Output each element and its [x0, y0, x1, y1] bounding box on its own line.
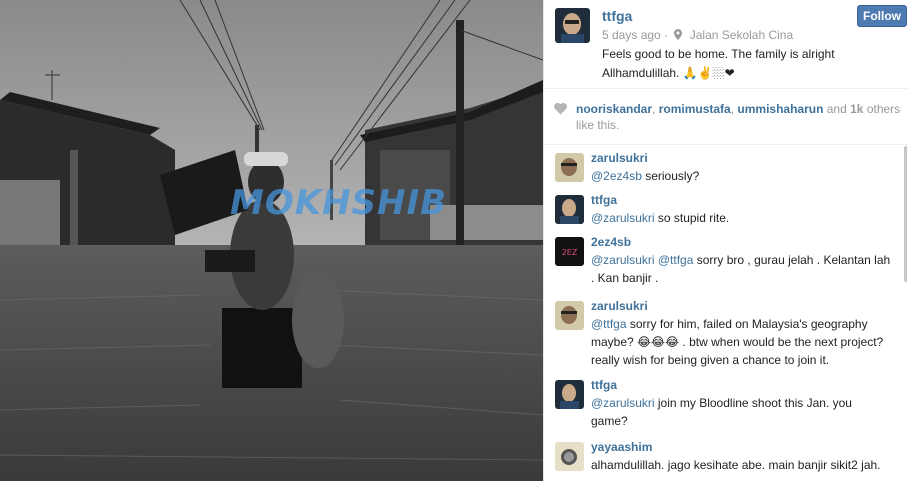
owner-avatar[interactable] [555, 8, 590, 43]
comment-mention[interactable]: @ttfga [591, 317, 627, 331]
comment-username[interactable]: ttfga [591, 378, 617, 392]
comment-text: @zarulsukri so stupid rite. [591, 209, 891, 227]
comment-mention[interactable]: @zarulsukri [591, 396, 655, 410]
comment-mention[interactable]: @zarulsukri @ttfga [591, 253, 693, 267]
flood-photo [0, 0, 543, 481]
likes-count[interactable]: 1k [850, 102, 863, 116]
comment-text: @zarulsukri @ttfga sorry bro , gurau jel… [591, 251, 891, 287]
svg-text:2EZ: 2EZ [562, 248, 578, 257]
comment-mention[interactable]: @zarulsukri [591, 211, 655, 225]
post-meta: 5 days ago · Jalan Sekolah Cina [602, 28, 793, 42]
comment-username[interactable]: ttfga [591, 193, 617, 207]
commenter-avatar[interactable] [555, 195, 584, 224]
comment-body: seriously? [641, 169, 700, 183]
comment-username[interactable]: yayaashim [591, 440, 652, 454]
post-photo[interactable]: MOKHSHIB [0, 0, 543, 481]
location-pin-icon [674, 29, 683, 40]
comment-body: so stupid rite. [654, 211, 730, 225]
comment-username[interactable]: 2ez4sb [591, 235, 631, 249]
comment-text: @ttfga sorry for him, failed on Malaysia… [591, 315, 891, 369]
likes-text: nooriskandar, romimustafa, ummishaharun … [576, 101, 902, 133]
commenter-avatar[interactable] [555, 153, 584, 182]
comment-text: @zarulsukri join my Bloodline shoot this… [591, 394, 891, 430]
commenter-avatar[interactable] [555, 380, 584, 409]
likes-and: and [823, 102, 851, 116]
comment-username[interactable]: zarulsukri [591, 151, 648, 165]
comments-list[interactable]: zarulsukri @2ez4sb seriously? ttfga @zar… [544, 146, 907, 481]
liker-link[interactable]: nooriskandar [576, 102, 652, 116]
commenter-avatar[interactable] [555, 442, 584, 471]
watermark: MOKHSHIB [230, 183, 448, 223]
post-time[interactable]: 5 days ago [602, 28, 661, 42]
comment-text: @2ez4sb seriously? [591, 167, 891, 185]
commenter-avatar[interactable]: 2EZ [555, 237, 584, 266]
post-caption: Feels good to be home. The family is alr… [602, 47, 835, 80]
follow-button[interactable]: Follow [857, 5, 907, 27]
heart-icon[interactable] [554, 103, 567, 115]
comment-text: alhamdulillah. jago kesihate abe. main b… [591, 456, 891, 474]
likes-separator: , [652, 102, 659, 116]
post-panel: ttfga Follow 5 days ago · Jalan Sekolah … [543, 0, 907, 481]
meta-separator: · [664, 28, 669, 42]
owner-username[interactable]: ttfga [602, 8, 632, 24]
location-link[interactable]: Jalan Sekolah Cina [690, 28, 793, 42]
comment-body: alhamdulillah. jago kesihate abe. main b… [591, 458, 881, 472]
liker-link[interactable]: romimustafa [659, 102, 731, 116]
comment-mention[interactable]: @2ez4sb [591, 169, 642, 183]
comment-body: sorry for him, failed on Malaysia's geog… [591, 317, 884, 367]
comment-username[interactable]: zarulsukri [591, 299, 648, 313]
likes-section: nooriskandar, romimustafa, ummishaharun … [544, 88, 907, 145]
commenter-avatar[interactable] [555, 301, 584, 330]
post-header: ttfga Follow 5 days ago · Jalan Sekolah … [544, 0, 907, 88]
liker-link[interactable]: ummishaharun [737, 102, 823, 116]
